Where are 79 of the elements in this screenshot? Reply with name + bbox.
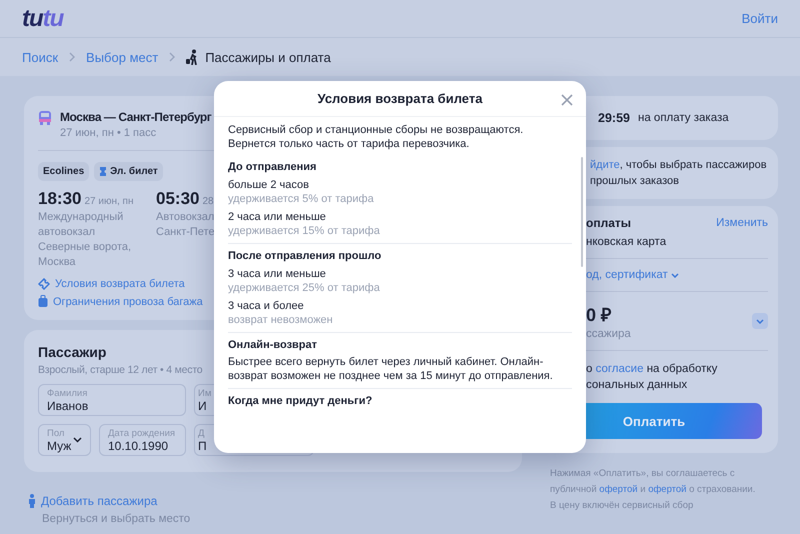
arrival-time: 05:30 <box>156 189 200 209</box>
breadcrumb-link[interactable]: Выбор мест <box>86 50 158 64</box>
field-label: Дата рождения <box>108 428 176 438</box>
ticket-icon <box>38 278 50 290</box>
input-field[interactable]: Дата рождения 10.10.1990 <box>99 424 186 456</box>
input-field[interactable]: Фамилия Иванов <box>38 384 186 416</box>
section-title: Когда мне придут деньги? <box>228 394 374 408</box>
expand-button[interactable] <box>752 313 768 329</box>
timer-label: на оплату заказа <box>638 112 729 124</box>
field-label: Фамилия <box>47 388 88 398</box>
consent-text: о согласие на обработку сональных данных <box>586 362 718 393</box>
route-title: Москва — Санкт-Петербург <box>60 110 212 124</box>
payment-title: оплаты <box>586 216 631 230</box>
condition-note: удерживается 15% от тарифа <box>228 224 381 238</box>
suitcase-icon <box>38 295 48 308</box>
price: 0 ₽ <box>586 304 612 326</box>
trip-date: 27 июн, пн <box>84 196 134 207</box>
station-name: Международный автовокзал Северные ворота, Москва <box>38 210 132 270</box>
add-passenger-link[interactable]: Добавить пассажира <box>41 494 158 508</box>
section-title: До отправления <box>228 160 318 174</box>
offer-link[interactable]: офертой <box>648 484 686 495</box>
login-link[interactable]: Войти <box>742 11 778 26</box>
ticket-icon <box>99 166 108 177</box>
field-value: 10.10.1990 <box>108 438 170 452</box>
price-note: ссажира <box>586 328 631 340</box>
payment-method: нковская карта <box>586 236 668 248</box>
scrollbar[interactable] <box>581 157 583 267</box>
section-title: После отправления прошло <box>228 249 382 263</box>
intro-text: Сервисный сбор и станционные сборы не возвращаются. Вернется только часть от тарифа перевозчика. <box>228 123 524 152</box>
breadcrumb-current: Пассажиры и оплата <box>205 50 331 64</box>
condition-note: возврат невозможен <box>228 313 334 327</box>
trip-link[interactable]: Ограничения провоза багажа <box>53 296 203 308</box>
condition-note: удерживается 5% от тарифа <box>228 192 375 206</box>
field-value: Иванов <box>47 398 88 412</box>
login-link[interactable]: йдите <box>590 159 620 171</box>
consent-link[interactable]: согласие <box>596 363 644 375</box>
condition-label: 2 часа или меньше <box>228 210 327 224</box>
trip-date: 28 <box>202 196 214 207</box>
station-name: Автовокзал Санкт-Пете <box>156 210 216 240</box>
field-label: Д <box>198 428 206 438</box>
field-label: Им <box>198 388 212 398</box>
e-ticket-tag: Эл. билет <box>94 162 163 181</box>
person-icon <box>28 494 36 508</box>
close-button[interactable] <box>560 93 574 107</box>
departure-time: 18:30 <box>38 189 82 209</box>
passenger-subtitle: Взрослый, старше 12 лет • 4 место <box>38 364 202 376</box>
logo[interactable]: tutu <box>22 4 64 32</box>
section-title: Онлайн-возврат <box>228 338 318 352</box>
login-hint-text: йдите, чтобы выбрать пассажиров прошлых заказов <box>590 158 768 189</box>
chevron-down-icon <box>670 272 679 278</box>
condition-note: удерживается 25% от тарифа <box>228 281 381 295</box>
condition-label: 3 часа или меньше <box>228 267 327 281</box>
timer-value: 29:59 <box>598 111 630 125</box>
field-label: Пол <box>47 428 66 438</box>
legal-note: В цену включён сервисный сбор <box>550 499 694 513</box>
offer-link[interactable]: офертой <box>599 484 638 495</box>
field-value: И <box>198 398 208 412</box>
legal-text: Нажимая «Оплатить», вы соглашаетесь с публичной офертой и офертой о страховании. <box>550 467 756 497</box>
trip-link[interactable]: Условия возврата билета <box>55 278 185 290</box>
carrier-tag: Ecolines <box>38 162 90 181</box>
chevron-down-icon <box>73 437 82 443</box>
trip-meta: 27 июн, пн • 1 пасс <box>60 127 156 139</box>
hint-text: Вернуться и выбрать место <box>41 513 192 525</box>
bus-icon <box>38 110 52 126</box>
breadcrumb-link[interactable]: Поиск <box>22 50 58 64</box>
section-text: Быстрее всего вернуть билет через личный кабинет. Онлайн-возврат возможен не позднее чем за 15 минут до отправления. <box>228 355 554 383</box>
field-value: П <box>198 438 207 452</box>
chevron-right-icon <box>68 52 76 62</box>
close-icon <box>560 93 574 107</box>
chevron-down-icon <box>756 318 764 324</box>
field-value: Муж <box>47 438 72 452</box>
change-link[interactable]: Изменить <box>716 217 768 229</box>
condition-label: больше 2 часов <box>228 178 310 192</box>
passenger-title: Пассажир <box>38 344 106 360</box>
select-field[interactable]: Пол Муж <box>38 424 91 456</box>
chevron-right-icon <box>168 52 176 62</box>
dialog-title: Условия возврата билета <box>318 91 482 106</box>
condition-label: 3 часа и более <box>228 299 305 313</box>
promo-link[interactable]: од, сертификат <box>586 269 768 281</box>
